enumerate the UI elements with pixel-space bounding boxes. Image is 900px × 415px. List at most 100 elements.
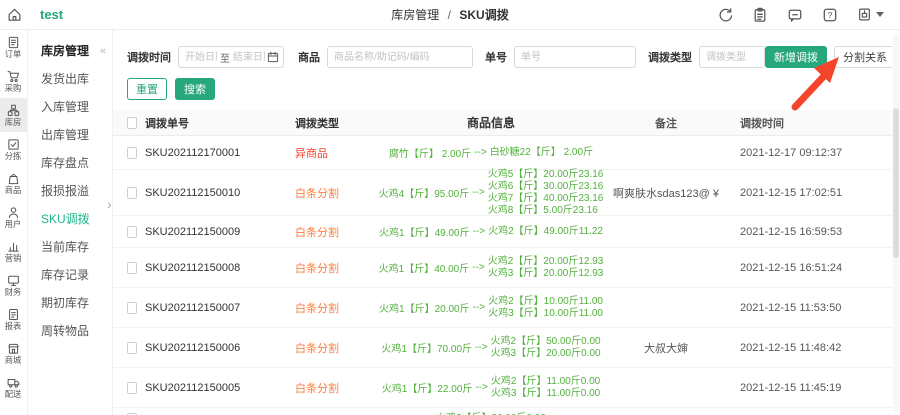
cart-icon <box>7 70 20 83</box>
icon-rail: 订单 采购 库房 分拣 商品 用户 营销 财务 <box>0 30 28 415</box>
arrow-glyph: --> <box>475 382 488 393</box>
transfer-type: 白条分割 <box>291 260 376 276</box>
page-title: test <box>40 7 63 22</box>
help-icon[interactable]: ? <box>822 7 838 23</box>
table-row: SKU202112150006 白条分割 火鸡1【斤】70.00斤--> 火鸡2… <box>113 328 892 368</box>
rail-item-reports[interactable]: 报表 <box>0 302 27 336</box>
monitor-icon <box>7 274 20 287</box>
refresh-icon[interactable] <box>717 7 733 23</box>
sidebar-item-inbound[interactable]: 入库管理 <box>41 93 112 121</box>
table-row: SKU202112150005 白条分割 火鸡1【斤】22.00斤--> 火鸡2… <box>113 368 892 408</box>
select-all-checkbox[interactable] <box>127 117 137 129</box>
row-checkbox[interactable] <box>127 262 137 274</box>
sidebar-warehouse: 库房管理 « 发货出库 入库管理 出库管理 库存盘点 报损报溢 SKU调拨 当前… <box>28 30 113 415</box>
truck-icon <box>7 376 20 389</box>
caret-down-icon <box>876 12 884 17</box>
rail-item-goods[interactable]: 商品 <box>0 166 27 200</box>
breadcrumb-current: SKU调拨 <box>459 8 508 22</box>
date-range-input[interactable]: 至 <box>178 46 284 68</box>
table-row: SKU202112150009 白条分割 火鸡1【斤】49.00斤--> 火鸡2… <box>113 216 892 248</box>
order-no: SKU202112150006 <box>141 342 291 354</box>
row-checkbox[interactable] <box>127 226 137 238</box>
row-checkbox[interactable] <box>127 302 137 314</box>
sidebar-item-outbound[interactable]: 出库管理 <box>41 121 112 149</box>
rail-item-marketing[interactable]: 营销 <box>0 234 27 268</box>
clipboard-icon[interactable] <box>752 7 768 23</box>
home-icon[interactable] <box>0 7 28 22</box>
sidebar-item-stock-records[interactable]: 库存记录 <box>41 261 112 289</box>
date-to-label: 至 <box>220 50 230 65</box>
rail-item-purchase[interactable]: 采购 <box>0 64 27 98</box>
start-date-input[interactable] <box>183 48 219 66</box>
transfer-time: 2021-12-15 11:48:42 <box>726 342 892 354</box>
product-info: 火鸡1【斤】40.00斤--> 火鸡2【斤】20.00斤12.93 火鸡3【斤】… <box>380 256 602 280</box>
rail-item-delivery[interactable]: 配送 <box>0 370 27 404</box>
order-no: SKU202112150007 <box>141 302 291 314</box>
bar-chart-icon <box>7 240 20 253</box>
sidebar-item-opening-stock[interactable]: 期初库存 <box>41 289 112 317</box>
sidebar-item-shipping-out[interactable]: 发货出库 <box>41 65 112 93</box>
rail-item-warehouse[interactable]: 库房 <box>0 98 27 132</box>
product-info: 火鸡1【斤】22.00斤--> 火鸡2【斤】11.00斤0.00 火鸡3【斤】1… <box>380 376 602 400</box>
filter-bar: 调拨时间 至 商品 单号 调拨类型 新增调拨 分割关系 导出 <box>127 46 884 68</box>
transfer-type-input[interactable] <box>699 46 765 68</box>
breadcrumb-parent[interactable]: 库房管理 <box>391 8 439 22</box>
add-transfer-button[interactable]: 新增调拨 <box>765 46 827 68</box>
split-relation-button[interactable]: 分割关系 <box>834 46 892 68</box>
sidebar-item-sku-transfer[interactable]: SKU调拨 <box>41 205 112 233</box>
account-menu[interactable] <box>857 7 884 22</box>
transfer-type: 白条分割 <box>291 300 376 316</box>
sidebar-item-stock-check[interactable]: 库存盘点 <box>41 149 112 177</box>
product-filter-label: 商品 <box>298 49 320 65</box>
reset-button[interactable]: 重置 <box>127 78 167 100</box>
breadcrumb: 库房管理 / SKU调拨 <box>391 6 508 23</box>
sidebar-item-turnover-items[interactable]: 周转物品 <box>41 317 112 345</box>
remark: 大叔大婶 <box>606 340 726 356</box>
sidebar-expand-handle[interactable]: › <box>107 196 112 212</box>
order-no: SKU202112150005 <box>141 382 291 394</box>
transfer-time: 2021-12-17 09:12:37 <box>726 147 892 159</box>
table-row: SKU202112170001 异商品 腐竹【斤】 2.00斤--> 白砂糖22… <box>113 136 892 170</box>
transfer-type: 白条分割 <box>291 380 376 396</box>
no-filter-label: 单号 <box>485 49 507 65</box>
user-icon <box>7 206 20 219</box>
order-no: SKU202112150009 <box>141 226 291 238</box>
row-checkbox[interactable] <box>127 187 137 199</box>
table-header-row: 调拨单号 调拨类型 商品信息 备注 调拨时间 <box>113 110 892 136</box>
message-icon[interactable] <box>787 7 803 23</box>
order-no: SKU202112150010 <box>141 187 291 199</box>
table-row: SKU202112150010 白条分割 火鸡4【斤】95.00斤--> 火鸡5… <box>113 170 892 216</box>
table-row: SKU202112150008 白条分割 火鸡1【斤】40.00斤--> 火鸡2… <box>113 248 892 288</box>
sidebar-item-current-stock[interactable]: 当前库存 <box>41 233 112 261</box>
transfer-table: 调拨单号 调拨类型 商品信息 备注 调拨时间 SKU202112170001 异… <box>113 110 892 415</box>
calendar-icon <box>267 51 279 63</box>
row-checkbox[interactable] <box>127 342 137 354</box>
product-info: 腐竹【斤】 2.00斤--> 白砂糖22【斤】 2.00斤 <box>380 145 602 160</box>
rail-item-users[interactable]: 用户 <box>0 200 27 234</box>
col-header-time: 调拨时间 <box>726 115 892 131</box>
scrollbar-thumb[interactable] <box>893 108 899 258</box>
col-header-order-no: 调拨单号 <box>141 115 291 131</box>
rail-item-finance[interactable]: 财务 <box>0 268 27 302</box>
rail-item-orders[interactable]: 订单 <box>0 30 27 64</box>
transfer-time: 2021-12-15 11:45:19 <box>726 382 892 394</box>
main-content: 调拨时间 至 商品 单号 调拨类型 新增调拨 分割关系 导出 重置 搜索 <box>113 30 892 415</box>
search-button[interactable]: 搜索 <box>175 78 215 100</box>
sidebar-title: 库房管理 <box>41 42 89 59</box>
end-date-input[interactable] <box>231 48 267 66</box>
row-checkbox[interactable] <box>127 382 137 394</box>
product-info: 火鸡1【斤】20.00斤--> 火鸡2【斤】10.00斤11.00 火鸡3【斤】… <box>380 296 602 320</box>
sidebar-collapse-icon[interactable]: « <box>100 45 106 57</box>
rail-item-sorting[interactable]: 分拣 <box>0 132 27 166</box>
topbar: test 库房管理 / SKU调拨 ? <box>0 0 900 30</box>
sidebar-item-loss-overflow[interactable]: 报损报溢 <box>41 177 112 205</box>
rail-item-mall[interactable]: 商城 <box>0 336 27 370</box>
order-no-input[interactable] <box>514 46 636 68</box>
row-checkbox[interactable] <box>127 147 137 159</box>
type-filter-label: 调拨类型 <box>648 49 692 65</box>
product-search-input[interactable] <box>327 46 473 68</box>
arrow-glyph: --> <box>473 226 486 237</box>
storefront-icon <box>7 342 20 355</box>
arrow-glyph: --> <box>472 187 485 198</box>
transfer-time: 2021-12-15 16:51:24 <box>726 262 892 274</box>
